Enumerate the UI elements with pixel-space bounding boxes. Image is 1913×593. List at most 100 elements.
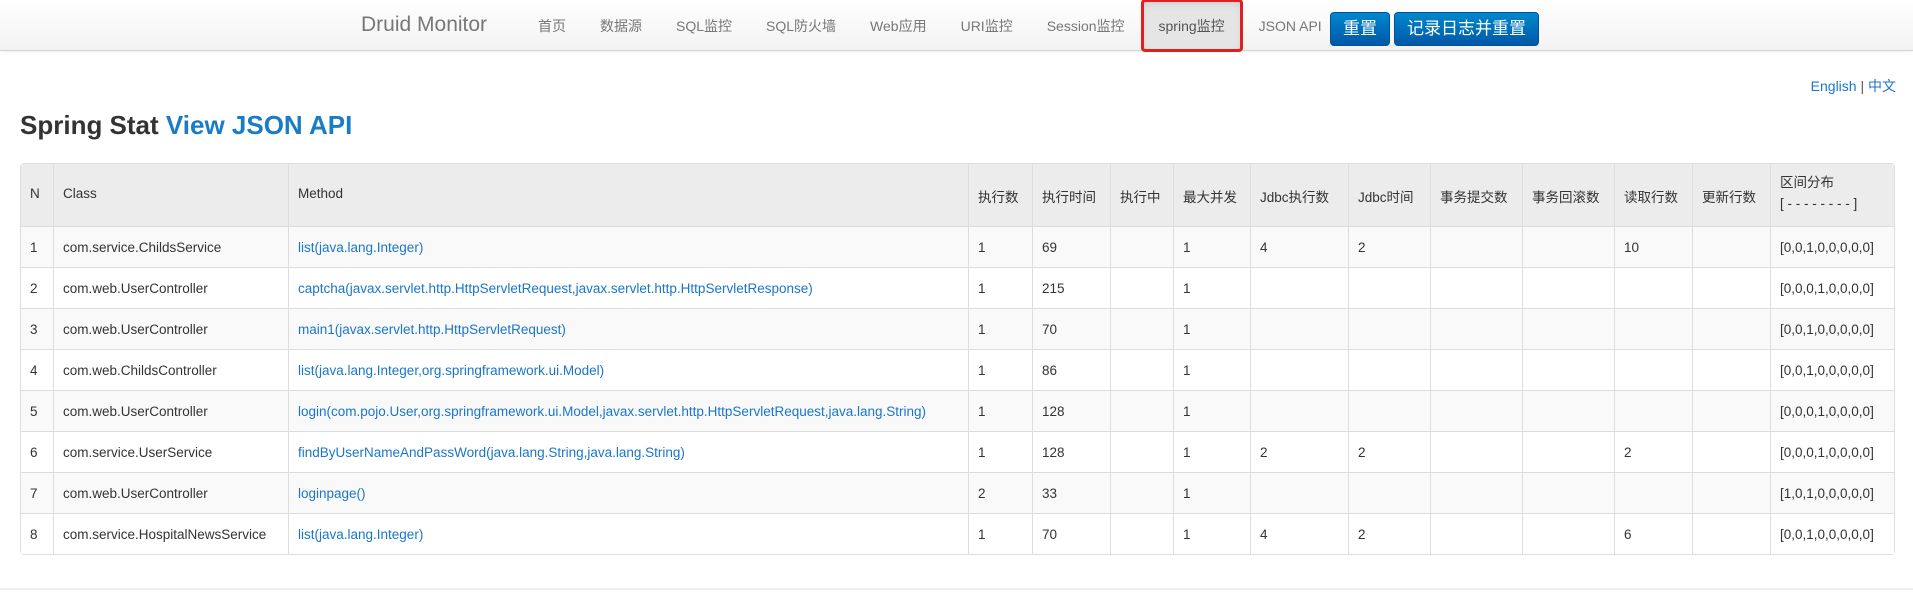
cell-col-class: com.service.ChildsService	[53, 226, 288, 267]
nav-item-datasource[interactable]: 数据源	[583, 0, 659, 51]
nav-item-sql[interactable]: SQL监控	[659, 0, 749, 51]
cell-col-fetch-rows	[1614, 349, 1692, 390]
table-row: 5 com.web.UserController login(com.pojo.Us…	[21, 390, 1894, 431]
cell-col-tx-commit	[1430, 390, 1522, 431]
cell-col-update-rows	[1692, 349, 1770, 390]
cell-col-method[interactable]: loginpage()	[288, 472, 968, 513]
cell-col-running	[1110, 308, 1173, 349]
cell-col-tx-commit	[1430, 267, 1522, 308]
cell-col-method[interactable]: captcha(javax.servlet.http.HttpServletRe…	[288, 267, 968, 308]
cell-col-jdbc-exec: 2	[1250, 431, 1348, 472]
cell-col-fetch-rows: 10	[1614, 226, 1692, 267]
cell-col-class: com.web.ChildsController	[53, 349, 288, 390]
header-col-class[interactable]: Class	[53, 164, 288, 226]
cell-col-update-rows	[1692, 472, 1770, 513]
brand-title[interactable]: Druid Monitor	[361, 13, 487, 37]
cell-col-distribution: [0,0,0,1,0,0,0,0]	[1770, 267, 1894, 308]
lang-chinese-link[interactable]: 中文	[1868, 78, 1896, 94]
cell-col-tx-commit	[1430, 349, 1522, 390]
cell-col-class: com.web.UserController	[53, 308, 288, 349]
header-col-distribution[interactable]: 区间分布 [ - - - - - - - - ]	[1770, 164, 1894, 226]
header-col-exec-count[interactable]: 执行数	[968, 164, 1032, 226]
page-title-text: Spring Stat	[20, 110, 159, 140]
header-col-tx-rollback[interactable]: 事务回滚数	[1522, 164, 1614, 226]
cell-col-exec-count: 1	[968, 513, 1032, 554]
cell-col-method[interactable]: list(java.lang.Integer)	[288, 513, 968, 554]
cell-col-jdbc-time	[1348, 308, 1430, 349]
cell-col-update-rows	[1692, 431, 1770, 472]
nav-item-spring[interactable]: spring监控	[1140, 0, 1243, 52]
cell-col-jdbc-time: 2	[1348, 431, 1430, 472]
cell-col-jdbc-exec	[1250, 267, 1348, 308]
view-json-api-link[interactable]: View JSON API	[166, 110, 352, 140]
cell-col-update-rows	[1692, 226, 1770, 267]
reset-button[interactable]: 重置	[1330, 12, 1390, 46]
cell-col-method[interactable]: list(java.lang.Integer,org.springframewo…	[288, 349, 968, 390]
header-col-jdbc-time[interactable]: Jdbc时间	[1348, 164, 1430, 226]
cell-col-distribution: [0,0,1,0,0,0,0,0]	[1770, 513, 1894, 554]
cell-col-method[interactable]: findByUserNameAndPassWord(java.lang.Stri…	[288, 431, 968, 472]
cell-col-running	[1110, 267, 1173, 308]
cell-col-exec-count: 2	[968, 472, 1032, 513]
cell-col-max-concurrent: 1	[1173, 226, 1250, 267]
nav-item-json-api[interactable]: JSON API	[1242, 0, 1339, 51]
cell-col-exec-count: 1	[968, 390, 1032, 431]
table-body: 1 com.service.ChildsService list(java.lang…	[21, 226, 1894, 554]
cell-col-method[interactable]: list(java.lang.Integer)	[288, 226, 968, 267]
cell-col-distribution: [0,0,1,0,0,0,0,0]	[1770, 308, 1894, 349]
cell-col-tx-commit	[1430, 431, 1522, 472]
distribution-header-range: [ - - - - - - - - ]	[1780, 196, 1858, 211]
cell-col-tx-rollback	[1522, 267, 1614, 308]
cell-col-class: com.service.HospitalNewsService	[53, 513, 288, 554]
table-row: 3 com.web.UserController main1(javax.servl…	[21, 308, 1894, 349]
nav-item-uri[interactable]: URI监控	[944, 0, 1030, 51]
cell-col-exec-time: 70	[1032, 308, 1110, 349]
cell-col-jdbc-time: 2	[1348, 513, 1430, 554]
cell-col-tx-rollback	[1522, 390, 1614, 431]
spring-stat-table-wrap: N Class Method 执行数 执行时间 执行中 最大并发 Jdbc执行数 Jdbc时间事…	[20, 163, 1895, 555]
cell-col-running	[1110, 513, 1173, 554]
language-switch: English | 中文	[1811, 76, 1896, 96]
cell-col-max-concurrent: 1	[1173, 267, 1250, 308]
header-col-n[interactable]: N	[21, 164, 53, 226]
header-col-fetch-rows[interactable]: 读取行数	[1614, 164, 1692, 226]
nav-item-session[interactable]: Session监控	[1030, 0, 1142, 51]
cell-col-fetch-rows	[1614, 472, 1692, 513]
cell-col-tx-rollback	[1522, 431, 1614, 472]
table-row: 6 com.service.UserService findByUserNameAn…	[21, 431, 1894, 472]
header-col-max-concurrent[interactable]: 最大并发	[1173, 164, 1250, 226]
cell-col-jdbc-exec	[1250, 390, 1348, 431]
nav-item-wall[interactable]: SQL防火墙	[749, 0, 853, 51]
header-col-exec-time[interactable]: 执行时间	[1032, 164, 1110, 226]
cell-col-distribution: [0,0,1,0,0,0,0,0]	[1770, 226, 1894, 267]
cell-col-max-concurrent: 1	[1173, 349, 1250, 390]
header-col-update-rows[interactable]: 更新行数	[1692, 164, 1770, 226]
cell-col-jdbc-exec: 4	[1250, 513, 1348, 554]
cell-col-exec-count: 1	[968, 431, 1032, 472]
header-col-jdbc-exec[interactable]: Jdbc执行数	[1250, 164, 1348, 226]
cell-col-jdbc-time	[1348, 267, 1430, 308]
cell-col-method[interactable]: login(com.pojo.User,org.springframework.…	[288, 390, 968, 431]
cell-col-jdbc-exec	[1250, 349, 1348, 390]
lang-english-link[interactable]: English	[1811, 78, 1857, 94]
cell-col-exec-time: 128	[1032, 390, 1110, 431]
cell-col-tx-commit	[1430, 513, 1522, 554]
cell-col-method[interactable]: main1(javax.servlet.http.HttpServletRequ…	[288, 308, 968, 349]
header-col-running[interactable]: 执行中	[1110, 164, 1173, 226]
nav-item-webapp[interactable]: Web应用	[853, 0, 944, 51]
cell-col-exec-count: 1	[968, 308, 1032, 349]
cell-col-tx-commit	[1430, 472, 1522, 513]
nav-item-home[interactable]: 首页	[521, 0, 583, 51]
cell-col-class: com.web.UserController	[53, 472, 288, 513]
header-col-method[interactable]: Method	[288, 164, 968, 226]
table-header-row: N Class Method 执行数 执行时间 执行中 最大并发 Jdbc执行数 Jdbc时间事…	[21, 164, 1894, 226]
cell-col-tx-rollback	[1522, 349, 1614, 390]
cell-col-n: 1	[21, 226, 53, 267]
log-and-reset-button[interactable]: 记录日志并重置	[1394, 12, 1539, 46]
header-col-tx-commit[interactable]: 事务提交数	[1430, 164, 1522, 226]
nav-menu: 首页 数据源 SQL监控 SQL防火墙 Web应用 URI监控 Session监…	[521, 0, 1339, 52]
cell-col-fetch-rows: 6	[1614, 513, 1692, 554]
cell-col-max-concurrent: 1	[1173, 472, 1250, 513]
cell-col-running	[1110, 349, 1173, 390]
cell-col-max-concurrent: 1	[1173, 390, 1250, 431]
